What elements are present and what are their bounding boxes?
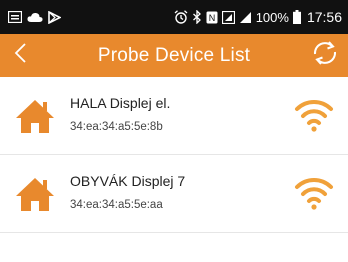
- device-list-item[interactable]: HALA Displej el. 34:ea:34:a5:5e:8b: [0, 77, 348, 155]
- refresh-button[interactable]: [310, 40, 340, 70]
- status-right: N 100% 17:56: [174, 9, 342, 25]
- back-button[interactable]: [6, 41, 34, 69]
- device-mac: 34:ea:34:a5:5e:8b: [70, 121, 163, 133]
- wifi-icon: [294, 97, 334, 133]
- battery-icon: [292, 9, 301, 25]
- nfc-icon: N: [206, 9, 218, 25]
- status-bar: N 100% 17:56: [0, 0, 348, 34]
- battery-percent: 100%: [255, 9, 289, 25]
- device-name: HALA Displej el.: [70, 95, 171, 111]
- svg-text:N: N: [208, 13, 215, 23]
- refresh-icon: [311, 40, 339, 71]
- wifi-icon: [294, 175, 334, 211]
- device-list-item[interactable]: OBYVÁK Displej 7 34:ea:34:a5:5e:aa: [0, 155, 348, 233]
- cell-signal-icon: [239, 9, 252, 25]
- alarm-icon: [174, 9, 188, 25]
- chevron-left-icon: [13, 42, 27, 69]
- cloud-icon: [27, 9, 43, 25]
- page-title: Probe Device List: [97, 44, 251, 66]
- house-icon: [14, 97, 56, 135]
- device-name: OBYVÁK Displej 7: [70, 173, 186, 189]
- play-store-icon: [48, 9, 61, 25]
- bluetooth-icon: [192, 9, 202, 25]
- app-bar: Probe Device List: [0, 34, 348, 77]
- status-left: [8, 9, 61, 25]
- signal-box-icon: [221, 9, 235, 25]
- empty-list-area: [0, 233, 348, 262]
- clock: 17:56: [306, 9, 342, 25]
- gallery-icon: [8, 9, 22, 25]
- device-list: HALA Displej el. 34:ea:34:a5:5e:8b OBYVÁ…: [0, 77, 348, 233]
- house-icon: [14, 175, 56, 213]
- device-mac: 34:ea:34:a5:5e:aa: [70, 199, 163, 211]
